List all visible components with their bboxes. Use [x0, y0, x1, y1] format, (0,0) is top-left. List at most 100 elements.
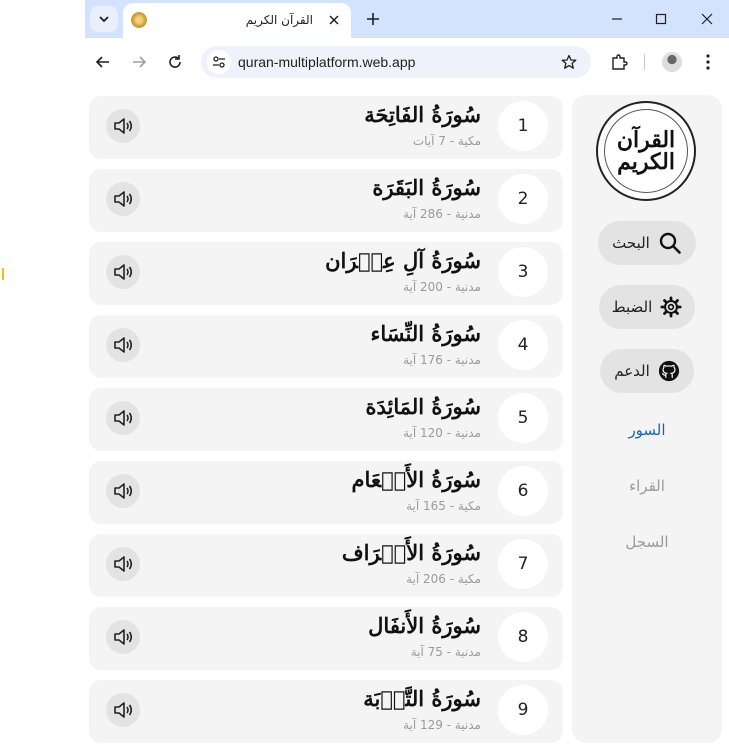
search-button[interactable]: البحث [598, 221, 696, 265]
speaker-icon [114, 702, 133, 718]
speaker-icon [114, 337, 133, 353]
surah-info: مدنية - 286 آية [403, 207, 481, 221]
puzzle-icon [612, 54, 628, 70]
surah-number: 8 [498, 612, 548, 662]
settings-label: الضبط [611, 298, 653, 316]
browser-menu-button[interactable] [696, 50, 720, 74]
speaker-icon [114, 191, 133, 207]
surah-name: سُورَةُ البَقَرَة [372, 175, 481, 200]
surah-number: 3 [498, 247, 548, 297]
github-icon [658, 360, 679, 382]
surah-name: سُورَةُ التَّوۡبَة [363, 686, 481, 711]
quran-logo: القرآن الكريم [596, 101, 696, 201]
surah-card[interactable]: سُورَةُ الأَعۡرَاف مكية - 206 آية 7 [89, 534, 563, 597]
logo-text: القرآن الكريم [604, 109, 688, 193]
surah-info: مدنية - 200 آية [403, 280, 481, 294]
surah-card[interactable]: سُورَةُ الأَنفَال مدنية - 75 آية 8 [89, 607, 563, 670]
more-vertical-icon [706, 54, 710, 70]
browser-toolbar: quran-multiplatform.web.app [85, 38, 729, 86]
surah-number: 6 [498, 466, 548, 516]
minimize-button[interactable] [605, 8, 629, 30]
surah-card[interactable]: سُورَةُ الأَنۡعَام مكية - 165 آية 6 [89, 461, 563, 524]
arrow-left-icon [95, 56, 109, 68]
tab-search-button[interactable] [90, 6, 118, 32]
surah-card[interactable]: سُورَةُ المَائِدَة مدنية - 120 آية 5 [89, 388, 563, 451]
surah-card[interactable]: سُورَةُ التَّوۡبَة مدنية - 129 آية 9 [89, 680, 563, 743]
plus-icon [367, 13, 379, 25]
surah-number: 5 [498, 393, 548, 443]
surah-name: سُورَةُ المَائِدَة [365, 394, 481, 419]
back-button[interactable] [91, 50, 115, 74]
surah-info: مدنية - 75 آية [410, 645, 481, 659]
surah-name: سُورَةُ النِّسَاء [370, 321, 481, 346]
search-label: البحث [612, 234, 650, 252]
surah-name: سُورَةُ الفَاتِحَة [364, 102, 481, 127]
toolbar-separator [644, 54, 645, 70]
nav-link-surahs[interactable]: السور [572, 421, 722, 439]
surah-info: مدنية - 120 آية [403, 426, 481, 440]
profile-avatar[interactable] [662, 52, 682, 72]
support-button[interactable]: الدعم [600, 349, 694, 393]
play-audio-button[interactable] [106, 182, 140, 216]
maximize-button[interactable] [649, 8, 673, 30]
settings-button[interactable]: الضبط [599, 285, 695, 329]
speaker-icon [114, 556, 133, 572]
arrow-right-icon [133, 56, 147, 68]
play-audio-button[interactable] [106, 401, 140, 435]
surah-number: 1 [498, 101, 548, 151]
play-audio-button[interactable] [106, 693, 140, 727]
nav-link-history[interactable]: السجل [572, 533, 722, 551]
tab-close-button[interactable] [325, 11, 343, 29]
minimize-icon [612, 18, 622, 20]
close-window-button[interactable] [695, 8, 719, 30]
play-audio-button[interactable] [106, 620, 140, 654]
surah-info: مكية - 165 آية [406, 499, 481, 513]
bookmark-star-button[interactable] [559, 52, 579, 72]
surah-info: مدنية - 176 آية [403, 353, 481, 367]
text-cursor-marker [2, 268, 4, 280]
close-icon [329, 15, 339, 25]
surah-number: 4 [498, 320, 548, 370]
surah-name: سُورَةُ آلِ عِمۡرَان [325, 248, 481, 273]
surah-card[interactable]: سُورَةُ آلِ عِمۡرَان مدنية - 200 آية 3 [89, 242, 563, 305]
speaker-icon [114, 629, 133, 645]
surah-name: سُورَةُ الأَنفَال [368, 613, 481, 638]
play-audio-button[interactable] [106, 474, 140, 508]
address-bar[interactable]: quran-multiplatform.web.app [201, 46, 591, 78]
site-info-icon[interactable] [207, 50, 231, 74]
surah-info: مدنية - 129 آية [403, 718, 481, 732]
maximize-icon [655, 13, 667, 25]
speaker-icon [114, 264, 133, 280]
reload-icon [169, 55, 181, 68]
active-tab[interactable]: القرآن الكريم [123, 3, 351, 38]
surah-number: 9 [498, 685, 548, 735]
tab-strip: القرآن الكريم [85, 0, 729, 38]
tab-title: القرآن الكريم [245, 13, 313, 27]
play-audio-button[interactable] [106, 255, 140, 289]
speaker-icon [114, 410, 133, 426]
surah-number: 7 [498, 539, 548, 589]
surah-card[interactable]: سُورَةُ النِّسَاء مدنية - 176 آية 4 [89, 315, 563, 378]
speaker-icon [114, 118, 133, 134]
speaker-icon [114, 483, 133, 499]
app-page: سُورَةُ الفَاتِحَة مكية - 7 آيات 1 سُورَ… [85, 86, 729, 751]
surah-name: سُورَةُ الأَنۡعَام [351, 467, 481, 492]
gear-icon [660, 296, 682, 318]
surah-number: 2 [498, 174, 548, 224]
close-icon [701, 13, 713, 25]
play-audio-button[interactable] [106, 328, 140, 362]
search-icon [659, 232, 681, 254]
reload-button[interactable] [163, 50, 187, 74]
extensions-button[interactable] [607, 50, 631, 74]
play-audio-button[interactable] [106, 109, 140, 143]
new-tab-button[interactable] [362, 8, 384, 30]
surah-card[interactable]: سُورَةُ البَقَرَة مدنية - 286 آية 2 [89, 169, 563, 232]
surah-name: سُورَةُ الأَعۡرَاف [341, 540, 481, 565]
surah-info: مكية - 7 آيات [412, 134, 481, 148]
forward-button[interactable] [127, 50, 151, 74]
surah-card[interactable]: سُورَةُ الفَاتِحَة مكية - 7 آيات 1 [89, 96, 563, 159]
star-icon [561, 54, 577, 69]
play-audio-button[interactable] [106, 547, 140, 581]
nav-link-reciters[interactable]: القراء [572, 477, 722, 495]
quran-favicon-icon [131, 12, 147, 28]
